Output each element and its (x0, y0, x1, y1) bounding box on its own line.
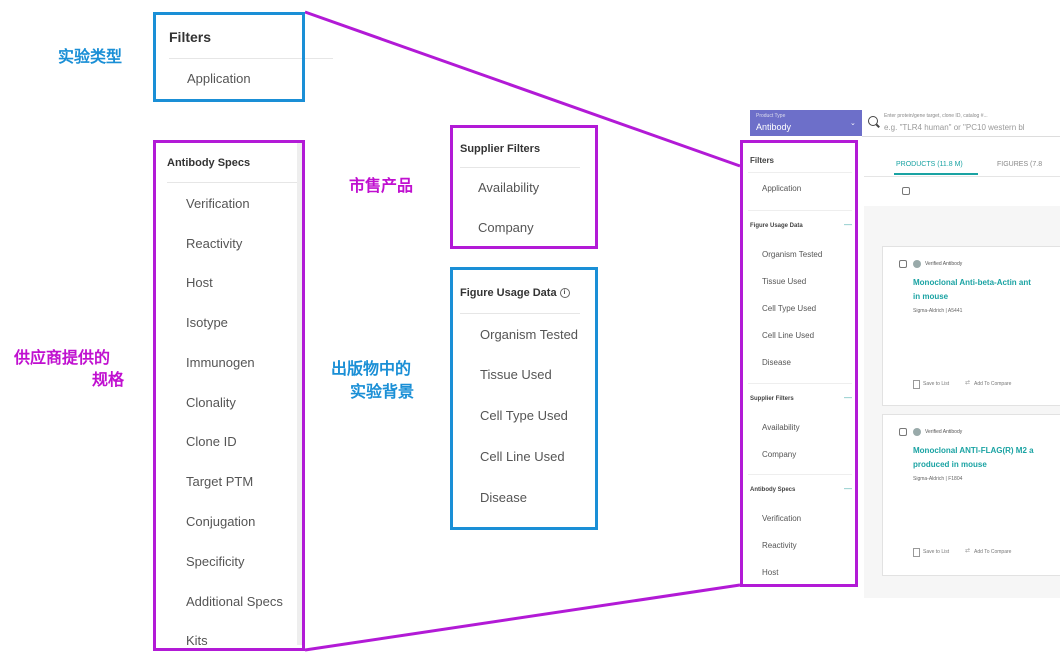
save-list-icon (913, 380, 920, 389)
tab-products[interactable]: PRODUCTS (11.8 M) (896, 161, 963, 168)
mini-content: PRODUCTS (11.8 M) FIGURES (7.8 Verified … (864, 140, 1060, 598)
card-checkbox[interactable] (899, 260, 907, 268)
product-title-line1[interactable]: Monoclonal Anti-beta-Actin ant (913, 278, 1031, 287)
chevron-down-icon: ⌄ (850, 120, 856, 127)
supplier-filters-highlight-box (450, 125, 598, 249)
tab-products-underline (894, 173, 978, 175)
verified-badge-icon (913, 260, 921, 268)
product-meta: Sigma-Aldrich | A5441 (913, 308, 963, 314)
verified-badge-text: Verified Antibody (925, 429, 963, 435)
search-placeholder: e.g. "TLR4 human" or "PC10 western bl (884, 123, 1025, 132)
product-type-dropdown[interactable]: Product Type Antibody ⌄ (750, 110, 862, 136)
label-supplier-specs-line2: 规格 (92, 372, 125, 389)
antibody-specs-highlight-box (153, 140, 305, 651)
verified-badge-icon (913, 428, 921, 436)
label-market-products: 市售产品 (349, 178, 414, 195)
product-type-label: Product Type (756, 113, 786, 119)
product-title-line1[interactable]: Monoclonal ANTI-FLAG(R) M2 a (913, 446, 1034, 455)
save-to-list-link[interactable]: Save to List (923, 549, 949, 555)
figure-usage-highlight-box (450, 267, 598, 530)
search-hint: Enter protein/gene target, clone ID, cat… (884, 113, 988, 119)
compare-icon: ⇄ (965, 548, 971, 554)
product-type-value: Antibody (756, 122, 792, 132)
product-title-line2[interactable]: in mouse (913, 292, 948, 301)
mini-sidebar-highlight-box (740, 140, 858, 587)
filters-highlight-box (153, 12, 305, 102)
label-publication-context-line2: 实验背景 (350, 384, 415, 401)
verified-badge-text: Verified Antibody (925, 261, 963, 267)
product-title-line2[interactable]: produced in mouse (913, 460, 987, 469)
product-card[interactable]: Verified Antibody Monoclonal Anti-beta-A… (882, 246, 1060, 406)
save-to-list-link[interactable]: Save to List (923, 381, 949, 387)
add-to-compare-link[interactable]: Add To Compare (974, 549, 1011, 555)
label-supplier-specs-line1: 供应商提供的 (14, 350, 111, 367)
select-all-checkbox[interactable] (902, 187, 910, 195)
product-card[interactable]: Verified Antibody Monoclonal ANTI-FLAG(R… (882, 414, 1060, 576)
product-meta: Sigma-Aldrich | F1804 (913, 476, 963, 482)
compare-icon: ⇄ (965, 380, 971, 386)
label-experiment-type: 实验类型 (58, 49, 123, 66)
card-checkbox[interactable] (899, 428, 907, 436)
save-list-icon (913, 548, 920, 557)
tab-figures[interactable]: FIGURES (7.8 (997, 161, 1042, 168)
search-box[interactable]: Enter protein/gene target, clone ID, cat… (862, 110, 1060, 137)
add-to-compare-link[interactable]: Add To Compare (974, 381, 1011, 387)
label-publication-context-line1: 出版物中的 (331, 361, 412, 378)
